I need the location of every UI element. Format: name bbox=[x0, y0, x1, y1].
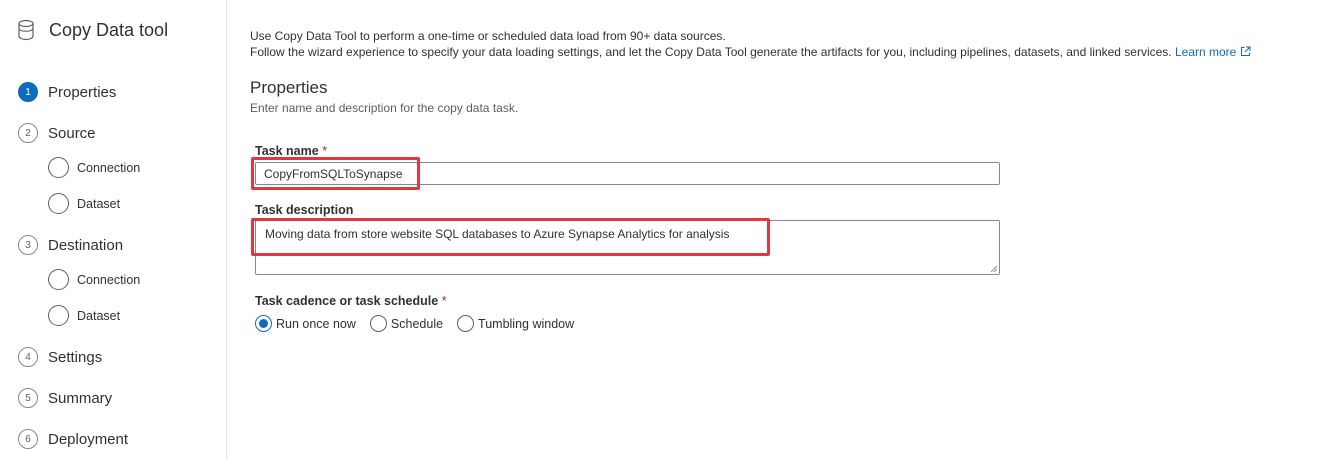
step-label: Settings bbox=[48, 348, 103, 366]
radio-run-once-now[interactable]: Run once now bbox=[255, 315, 356, 332]
required-asterisk: * bbox=[322, 144, 328, 158]
substep-status-circle bbox=[48, 193, 69, 214]
task-name-label: Task name * bbox=[255, 144, 327, 158]
radio-tumbling-window[interactable]: Tumbling window bbox=[457, 315, 574, 332]
radio-checked-indicator bbox=[255, 315, 272, 332]
radio-label: Tumbling window bbox=[478, 316, 575, 331]
substep-source-dataset[interactable]: Dataset bbox=[48, 193, 120, 214]
substep-label: Dataset bbox=[77, 308, 121, 323]
substep-destination-dataset[interactable]: Dataset bbox=[48, 305, 120, 326]
cadence-label: Task cadence or task schedule * bbox=[255, 294, 447, 308]
step-label: Summary bbox=[48, 389, 113, 407]
intro-text: Use Copy Data Tool to perform a one-time… bbox=[250, 29, 1251, 60]
task-description-label: Task description bbox=[255, 203, 354, 217]
step-destination[interactable]: 3 Destination bbox=[18, 235, 123, 255]
learn-more-label: Learn more bbox=[1174, 44, 1237, 59]
required-asterisk: * bbox=[441, 294, 447, 308]
intro-line-2: Follow the wizard experience to specify … bbox=[250, 45, 1251, 61]
task-name-input[interactable] bbox=[255, 162, 1000, 185]
substep-label: Dataset bbox=[77, 196, 121, 211]
radio-label: Schedule bbox=[390, 316, 444, 331]
step-deployment[interactable]: 6 Deployment bbox=[18, 429, 128, 449]
step-settings[interactable]: 4 Settings bbox=[18, 347, 102, 367]
substep-label: Connection bbox=[77, 160, 141, 175]
substep-destination-connection[interactable]: Connection bbox=[48, 269, 140, 290]
step-label: Properties bbox=[48, 83, 117, 101]
step-label: Deployment bbox=[48, 430, 129, 448]
step-source[interactable]: 2 Source bbox=[18, 123, 96, 143]
database-icon bbox=[18, 19, 34, 41]
radio-schedule[interactable]: Schedule bbox=[369, 315, 444, 332]
learn-more-link[interactable]: Learn more bbox=[1175, 45, 1251, 59]
sidebar-header: Copy Data tool bbox=[16, 19, 168, 41]
step-number-badge: 3 bbox=[18, 235, 38, 255]
wizard-sidebar: Copy Data tool 1 Properties 2 Source Con… bbox=[0, 0, 227, 460]
step-number-badge: 2 bbox=[18, 123, 38, 143]
sidebar-title: Copy Data tool bbox=[49, 19, 169, 40]
substep-status-circle bbox=[48, 305, 69, 326]
cadence-radio-group: Run once now Schedule Tumbling window bbox=[255, 315, 588, 332]
cadence-label-text: Task cadence or task schedule bbox=[255, 294, 439, 308]
resize-grip-icon[interactable] bbox=[989, 264, 998, 273]
substep-source-connection[interactable]: Connection bbox=[48, 157, 140, 178]
radio-indicator bbox=[457, 315, 475, 332]
radio-indicator bbox=[369, 315, 387, 332]
task-description-textarea[interactable]: Moving data from store website SQL datab… bbox=[255, 220, 1000, 275]
step-number-badge: 4 bbox=[18, 347, 38, 367]
step-label: Source bbox=[48, 124, 96, 142]
intro-line-1: Use Copy Data Tool to perform a one-time… bbox=[250, 29, 726, 43]
external-link-icon bbox=[1241, 46, 1251, 56]
step-properties[interactable]: 1 Properties bbox=[18, 82, 116, 102]
substep-label: Connection bbox=[77, 272, 141, 287]
step-summary[interactable]: 5 Summary bbox=[18, 388, 112, 408]
step-label: Destination bbox=[48, 236, 124, 254]
step-number-badge: 6 bbox=[18, 429, 38, 449]
section-description: Enter name and description for the copy … bbox=[250, 101, 519, 115]
step-number-badge: 1 bbox=[18, 82, 38, 102]
substep-status-circle bbox=[48, 157, 69, 178]
step-number-badge: 5 bbox=[18, 388, 38, 408]
section-title: Properties bbox=[250, 78, 328, 97]
task-name-label-text: Task name bbox=[255, 144, 319, 158]
radio-label: Run once now bbox=[276, 316, 356, 331]
intro-line-2-text: Follow the wizard experience to specify … bbox=[250, 44, 1172, 59]
substep-status-circle bbox=[48, 269, 69, 290]
